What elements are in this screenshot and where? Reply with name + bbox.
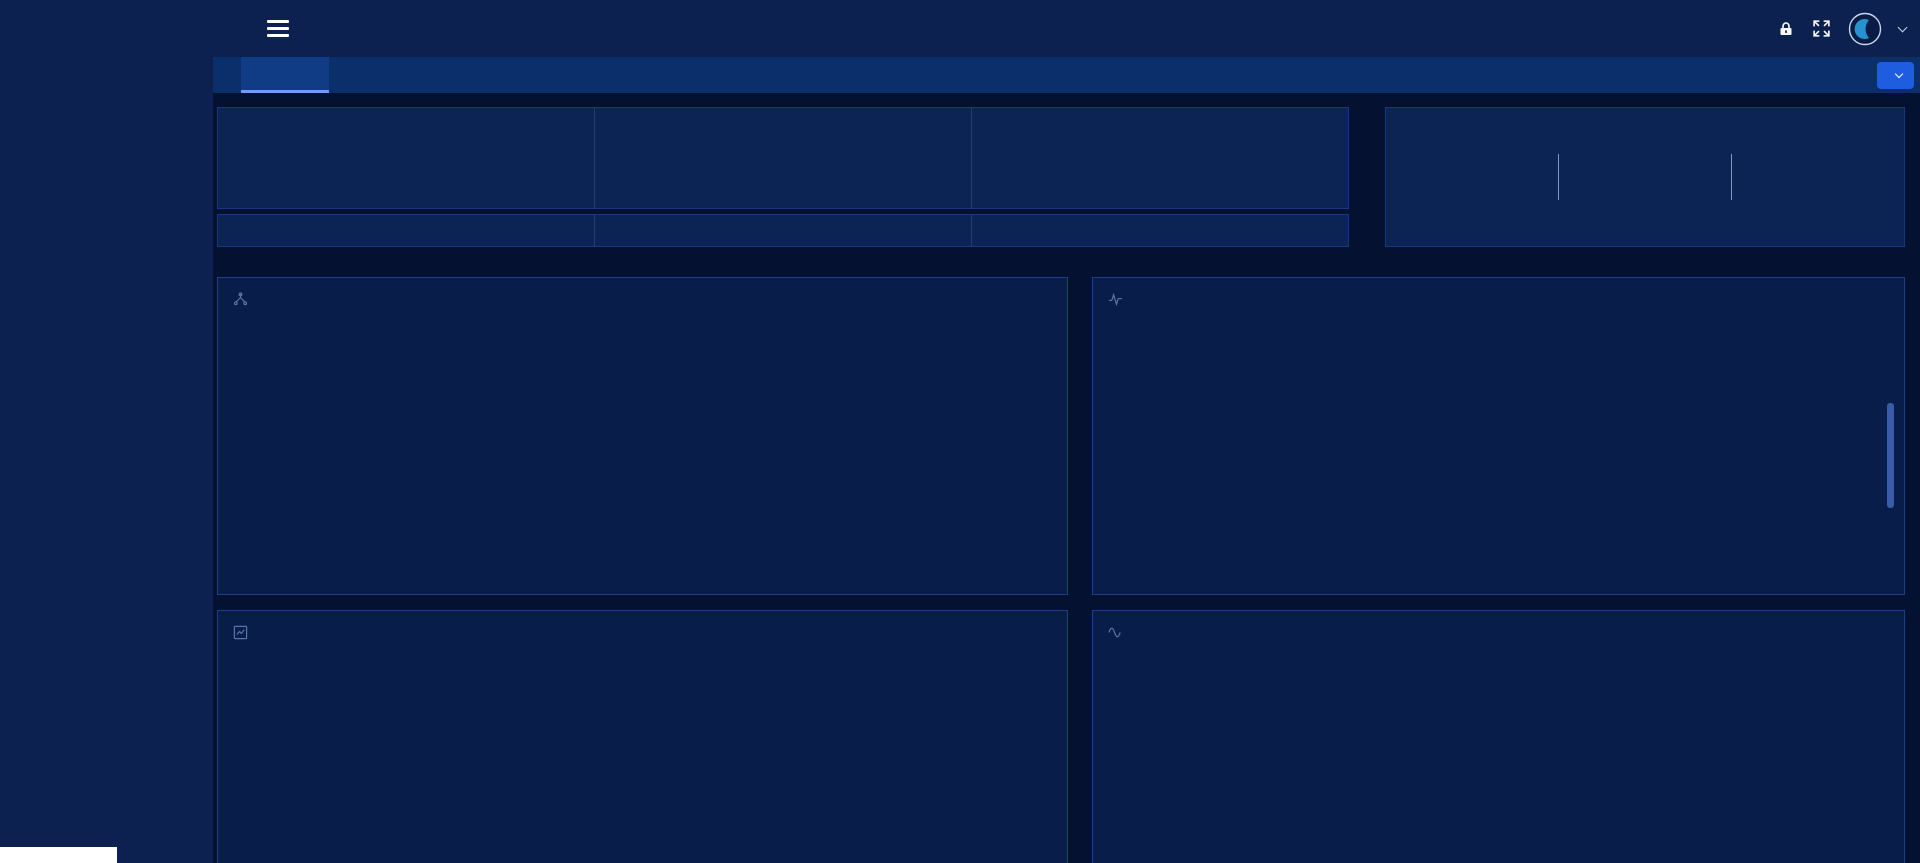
fullscreen-icon[interactable] — [1812, 19, 1831, 38]
energy-stats-card — [217, 107, 1349, 247]
tab-home[interactable] — [241, 57, 329, 93]
running-days-stat — [1386, 172, 1558, 182]
app-title — [0, 0, 213, 17]
last-month-compare — [594, 215, 971, 246]
panel-trend — [217, 610, 1068, 863]
branch-icon — [233, 292, 248, 307]
month-energy-stat — [594, 108, 971, 208]
report-items-stat — [971, 108, 1348, 208]
trend-line-chart — [218, 691, 1068, 863]
app-root — [0, 0, 1920, 863]
stats-row — [217, 107, 1905, 247]
tab-bar — [213, 57, 1920, 93]
energy-stats-top — [217, 107, 1349, 209]
chevron-down-icon[interactable] — [1898, 23, 1908, 33]
industrial-output-stat — [1559, 172, 1731, 182]
branch-bar-chart — [218, 348, 1068, 595]
panel-pie — [1092, 610, 1905, 863]
chevron-down-icon — [1895, 70, 1903, 78]
lock-icon[interactable] — [1777, 20, 1795, 38]
report-rate — [971, 215, 1348, 246]
panel-branch-top10 — [217, 277, 1068, 595]
type-pie-chart — [1093, 611, 1904, 863]
top-header — [213, 0, 1920, 57]
energy-stats-strip — [217, 214, 1349, 247]
avatar[interactable] — [1848, 12, 1882, 46]
panels-grid — [217, 277, 1905, 863]
sidebar — [0, 0, 213, 863]
bottom-white-strip — [0, 847, 117, 863]
panel-report-table — [1092, 277, 1905, 595]
report-table — [1114, 341, 1892, 347]
main-area — [213, 0, 1920, 863]
header-actions — [1777, 12, 1906, 46]
unit-consumption-stat — [1732, 172, 1904, 182]
more-button[interactable] — [1877, 62, 1914, 89]
hamburger-menu-icon[interactable] — [267, 20, 289, 37]
report-table-wrap — [1114, 341, 1892, 347]
summary-stats-card — [1385, 107, 1905, 247]
dashboard-content — [213, 93, 1920, 863]
line-chart-icon — [233, 625, 248, 640]
table-scrollbar[interactable] — [1887, 403, 1894, 508]
pulse-icon — [1108, 292, 1123, 307]
today-energy-stat — [218, 108, 594, 208]
